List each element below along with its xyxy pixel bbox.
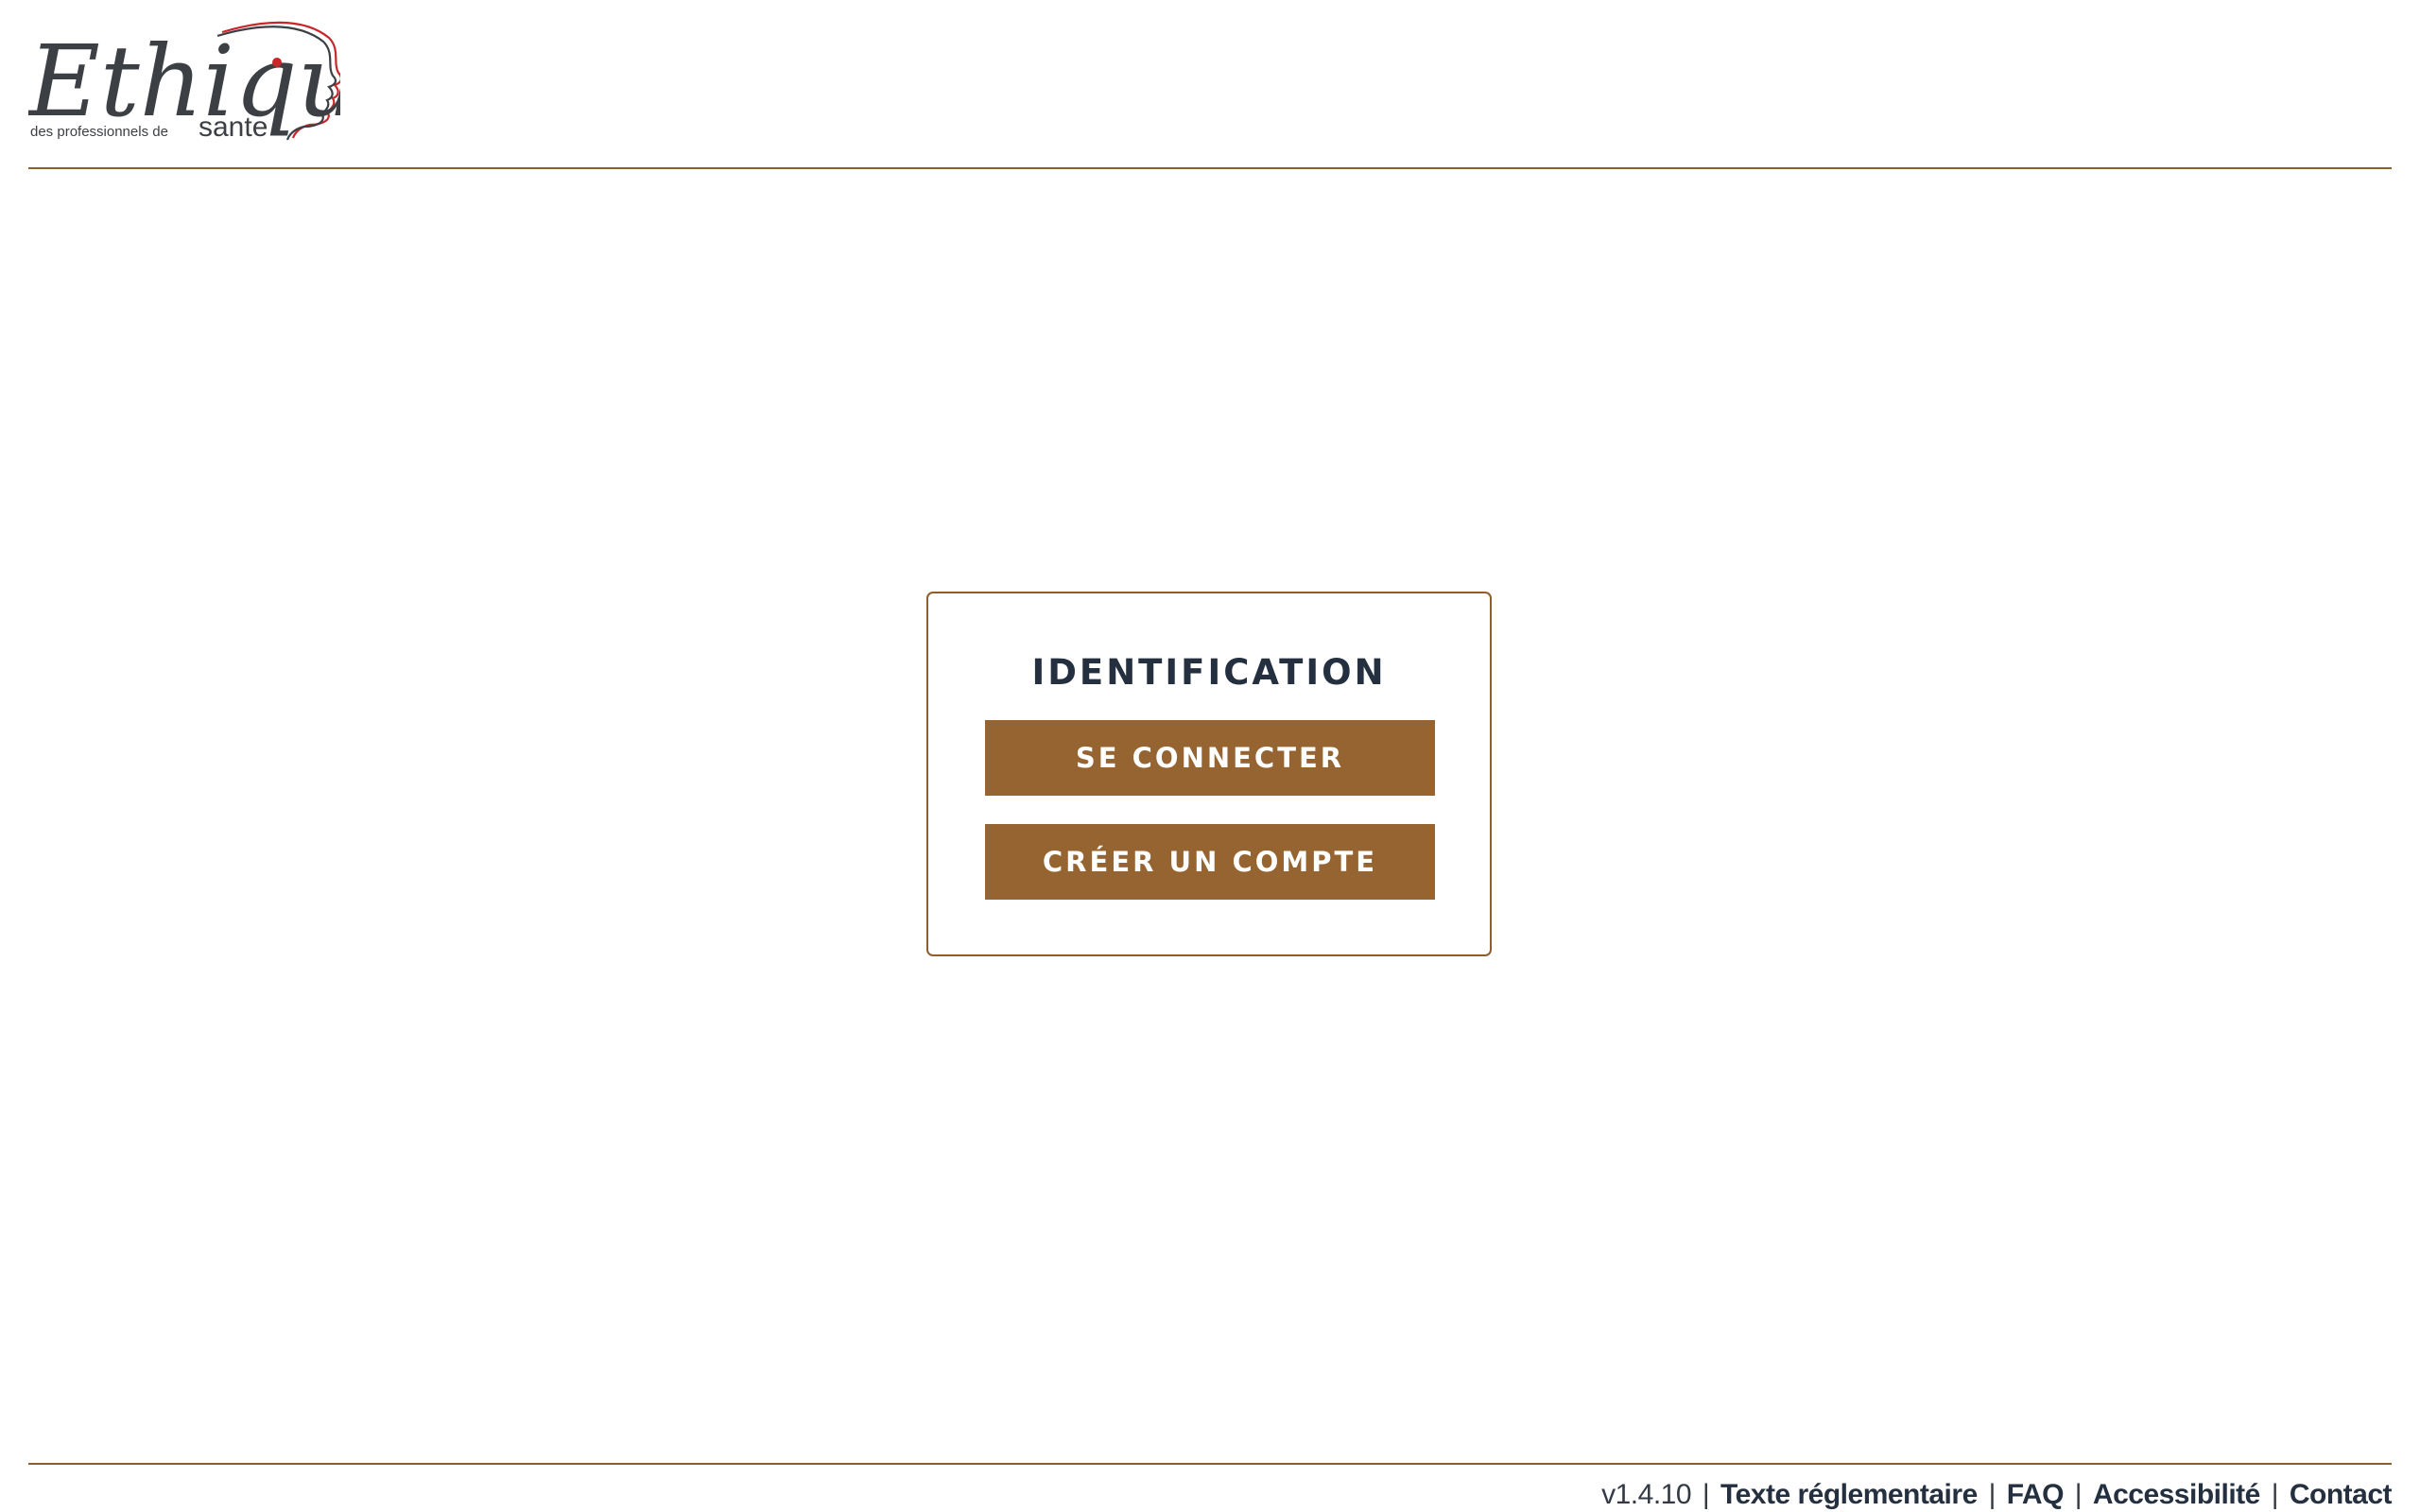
logo-tagline: sante (199, 112, 268, 143)
footer-separator: | (1702, 1479, 1710, 1510)
identification-card: IDENTIFICATION SE CONNECTER CRÉER UN COM… (926, 592, 1492, 956)
header-divider (28, 167, 2392, 169)
site-logo[interactable]: Ethique des professionnels de sante (28, 21, 340, 163)
page: Ethique des professionnels de sante IDEN… (0, 0, 2420, 1512)
regulation-link[interactable]: Texte réglementaire (1720, 1479, 1978, 1510)
header: Ethique des professionnels de sante (28, 0, 2392, 168)
contact-link[interactable]: Contact (2290, 1479, 2393, 1510)
login-button[interactable]: SE CONNECTER (985, 720, 1435, 796)
footer: v1.4.10 | Texte réglementaire | FAQ | Ac… (1601, 1479, 2392, 1511)
card-title: IDENTIFICATION (1031, 652, 1387, 693)
footer-separator: | (2074, 1479, 2083, 1510)
footer-divider (28, 1463, 2392, 1465)
footer-separator: | (1988, 1479, 1996, 1510)
version-label: v1.4.10 (1601, 1479, 1692, 1510)
footer-separator: | (2271, 1479, 2279, 1510)
accessibility-link[interactable]: Accessibilité (2093, 1479, 2260, 1510)
faq-link[interactable]: FAQ (2007, 1479, 2065, 1510)
logo-dot (272, 58, 282, 67)
create-account-button[interactable]: CRÉER UN COMPTE (985, 824, 1435, 900)
logo-image: Ethique des professionnels de sante (28, 21, 340, 143)
logo-subtitle: des professionnels de (30, 124, 168, 140)
logo-word: Ethique (28, 24, 340, 139)
